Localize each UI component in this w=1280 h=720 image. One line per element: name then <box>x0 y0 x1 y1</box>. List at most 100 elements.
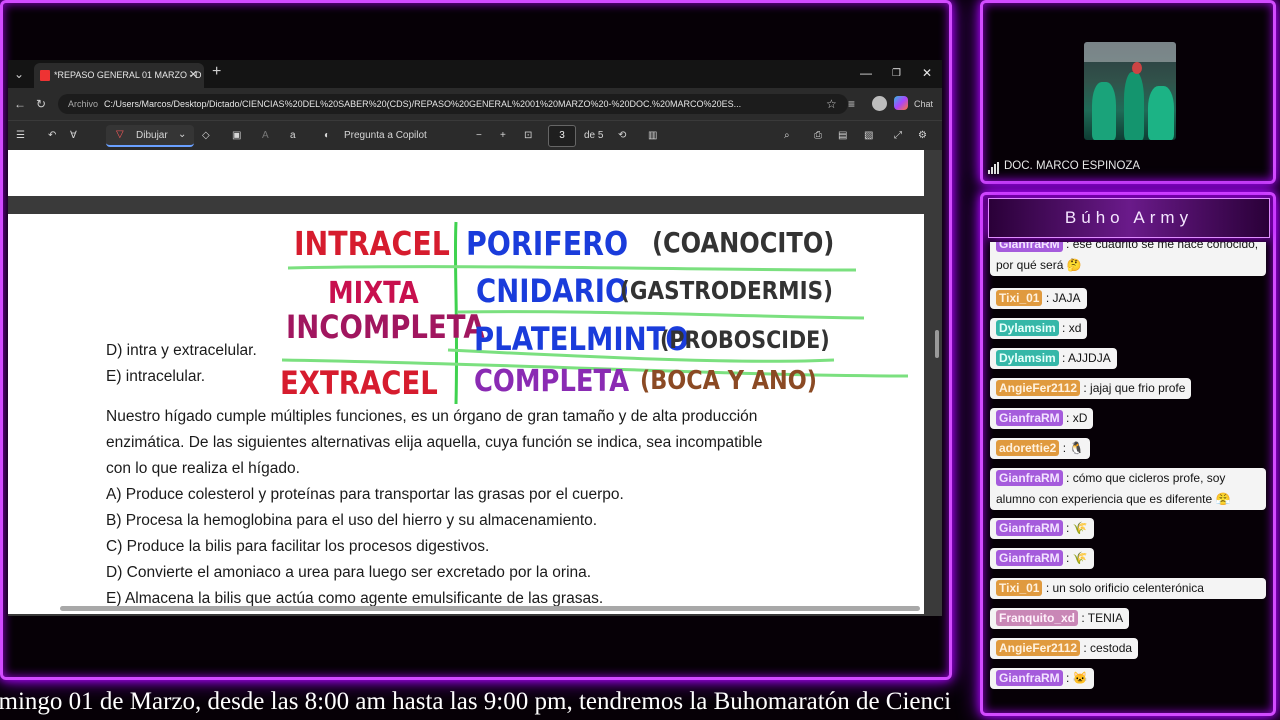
back-icon[interactable]: ← <box>14 97 26 111</box>
fullscreen-icon[interactable]: ⤢ <box>894 129 902 143</box>
chat-username[interactable]: Dylamsim <box>996 350 1059 366</box>
chat-text: : AJJDJA <box>1058 351 1111 365</box>
hw-note-row-4: (BOCA Y ANO) <box>640 366 817 396</box>
news-ticker: omingo 01 de Marzo, desde las 8:00 am ha… <box>0 684 952 720</box>
save-icon[interactable]: ▤ <box>838 129 847 143</box>
fit-page-icon[interactable]: ⊡ <box>524 129 532 143</box>
new-tab-icon[interactable]: + <box>212 64 221 80</box>
page-number-input[interactable]: 3 <box>548 125 576 147</box>
favorite-star-icon[interactable]: ☆ <box>826 97 837 111</box>
chat-message: Tixi_01 : un solo orificio celenterónica <box>990 578 1266 599</box>
option-c: C) Produce la bilis para facilitar los p… <box>106 538 490 555</box>
pdf-file-icon <box>40 70 50 81</box>
hw-right-row-4: COMPLETA <box>474 364 630 399</box>
option-a: A) Produce colesterol y proteínas para t… <box>106 486 624 503</box>
chat-text: : cestoda <box>1080 641 1133 655</box>
draw-chevron-icon: ⌄ <box>178 129 187 140</box>
window-close-icon[interactable]: ✕ <box>922 66 932 80</box>
chat-message: Franquito_xd : TENIA <box>990 608 1130 629</box>
option-b: B) Procesa la hemoglobina para el uso de… <box>106 512 598 529</box>
chat-username[interactable]: GianfraRM <box>996 520 1063 536</box>
previous-page-bottom <box>8 150 924 196</box>
chat-button[interactable]: Chat <box>914 97 933 111</box>
undo-icon[interactable]: ↶ <box>48 129 56 143</box>
zoom-out-icon[interactable]: − <box>476 129 482 143</box>
save-as-icon[interactable]: ▧ <box>864 129 873 143</box>
text-box-icon[interactable]: ▣ <box>232 129 241 143</box>
option-d: D) Convierte el amoniaco a urea para lue… <box>106 564 592 581</box>
operating-light <box>1084 42 1176 62</box>
chat-username[interactable]: GianfraRM <box>996 550 1063 566</box>
settings-gear-icon[interactable]: ⚙ <box>918 129 927 143</box>
rotate-icon[interactable]: ⟲ <box>618 129 626 143</box>
profile-avatar[interactable] <box>872 96 887 111</box>
chat-emote-icon: 🌾 <box>1072 521 1088 535</box>
read-aloud-icon[interactable]: a <box>290 129 296 143</box>
horizontal-scrollbar[interactable] <box>60 606 920 611</box>
hw-left-row-3: INCOMPLETA <box>286 308 485 346</box>
chat-username[interactable]: GianfraRM <box>996 410 1063 426</box>
chat-username[interactable]: adorettie2 <box>996 440 1060 456</box>
favorites-icon[interactable]: ≡ <box>848 97 855 111</box>
question-line-2: enzimática. De las siguientes alternativ… <box>106 434 763 451</box>
browser-tab[interactable]: *REPASO GENERAL 01 MARZO - D ✕ <box>34 63 204 88</box>
chat-title: Búho Army <box>988 198 1270 238</box>
signal-bars-icon <box>988 158 1000 174</box>
chat-text: : xD <box>1062 411 1088 425</box>
draw-button[interactable]: ▽ Dibujar ⌄ <box>106 125 194 147</box>
chat-message: Tixi_01 : JAJA <box>990 288 1087 309</box>
tab-title: *REPASO GENERAL 01 MARZO - D <box>54 70 202 80</box>
print-icon[interactable]: ⎙ <box>814 129 822 143</box>
vertical-scroll-thumb[interactable] <box>935 330 939 358</box>
restore-icon[interactable]: ❐ <box>892 68 901 79</box>
chat-username[interactable]: Dylamsim <box>996 320 1059 336</box>
option-e-previous: E) intracelular. <box>106 368 206 385</box>
tab-close-icon[interactable]: ✕ <box>189 63 198 88</box>
chat-username[interactable]: GianfraRM <box>996 242 1063 252</box>
chat-emote-icon: 🐧 <box>1069 441 1085 455</box>
chat-username[interactable]: GianfraRM <box>996 670 1063 686</box>
copilot-ask-button[interactable]: Pregunta a Copilot <box>344 129 427 143</box>
option-d-previous: D) intra y extracelular. <box>106 342 257 359</box>
pdf-viewport[interactable]: D) intra y extracelular. E) intracelular… <box>8 150 942 616</box>
page-view-icon[interactable]: ▥ <box>648 129 657 143</box>
minimize-icon[interactable]: — <box>860 66 872 80</box>
chat-username[interactable]: Tixi_01 <box>996 580 1043 596</box>
chat-username[interactable]: Tixi_01 <box>996 290 1043 306</box>
pdf-search-icon[interactable]: ⌕ <box>784 129 790 143</box>
hw-right-row-3: PLATELMINTO <box>474 320 689 358</box>
file-label: Archivo <box>68 99 99 109</box>
eraser-icon[interactable]: ◇ <box>202 129 210 143</box>
zoom-in-icon[interactable]: + <box>500 129 506 143</box>
copilot-icon[interactable] <box>894 96 908 110</box>
url-field[interactable]: Archivo C:/Users/Marcos/Desktop/Dictado/C… <box>58 94 848 114</box>
handwriting-annotations: INTRACEL MIXTA INCOMPLETA EXTRACEL PORIF… <box>268 214 924 404</box>
tab-list-chevron-icon[interactable]: ⌄ <box>14 67 24 81</box>
chat-text: : <box>1059 441 1070 455</box>
chat-username[interactable]: AngieFer2112 <box>996 380 1081 396</box>
hw-left-row-1: INTRACEL <box>294 224 450 263</box>
text-size-icon[interactable]: A <box>262 129 269 143</box>
chat-text: : <box>1062 521 1073 535</box>
hw-note-row-3: (PROBOSCIDE) <box>660 326 830 354</box>
tab-bar: ⌄ *REPASO GENERAL 01 MARZO - D ✕ + — ❐ ✕ <box>8 60 942 88</box>
url-text: C:/Users/Marcos/Desktop/Dictado/CIENCIAS… <box>104 99 742 109</box>
refresh-icon[interactable]: ↻ <box>36 97 46 111</box>
chat-username[interactable]: AngieFer2112 <box>996 640 1081 656</box>
browser-window: ⌄ *REPASO GENERAL 01 MARZO - D ✕ + — ❐ ✕… <box>8 60 942 616</box>
chat-username[interactable]: GianfraRM <box>996 470 1063 486</box>
chat-emote-icon: 🐱 <box>1072 671 1088 685</box>
chat-username[interactable]: Franquito_xd <box>996 610 1079 626</box>
copilot-ask-icon[interactable]: ◐ <box>324 129 330 143</box>
chat-text: : un solo orificio celenterónica <box>1042 581 1204 595</box>
webcam-feed <box>1084 42 1176 140</box>
highlight-icon[interactable]: ∀ <box>70 129 77 143</box>
chat-messages[interactable]: GianfraRM : ese cuadrito se me hace cono… <box>990 242 1272 692</box>
vertical-scrollbar[interactable] <box>934 154 940 604</box>
surgeon-figure <box>1148 86 1174 140</box>
chat-text: : <box>1062 671 1073 685</box>
contents-icon[interactable]: ☰ <box>16 129 25 143</box>
address-bar: ← ↻ Archivo C:/Users/Marcos/Desktop/Dicta… <box>8 88 942 120</box>
hw-right-row-2: CNIDARIO <box>476 272 629 310</box>
surgeon-figure <box>1092 82 1116 140</box>
